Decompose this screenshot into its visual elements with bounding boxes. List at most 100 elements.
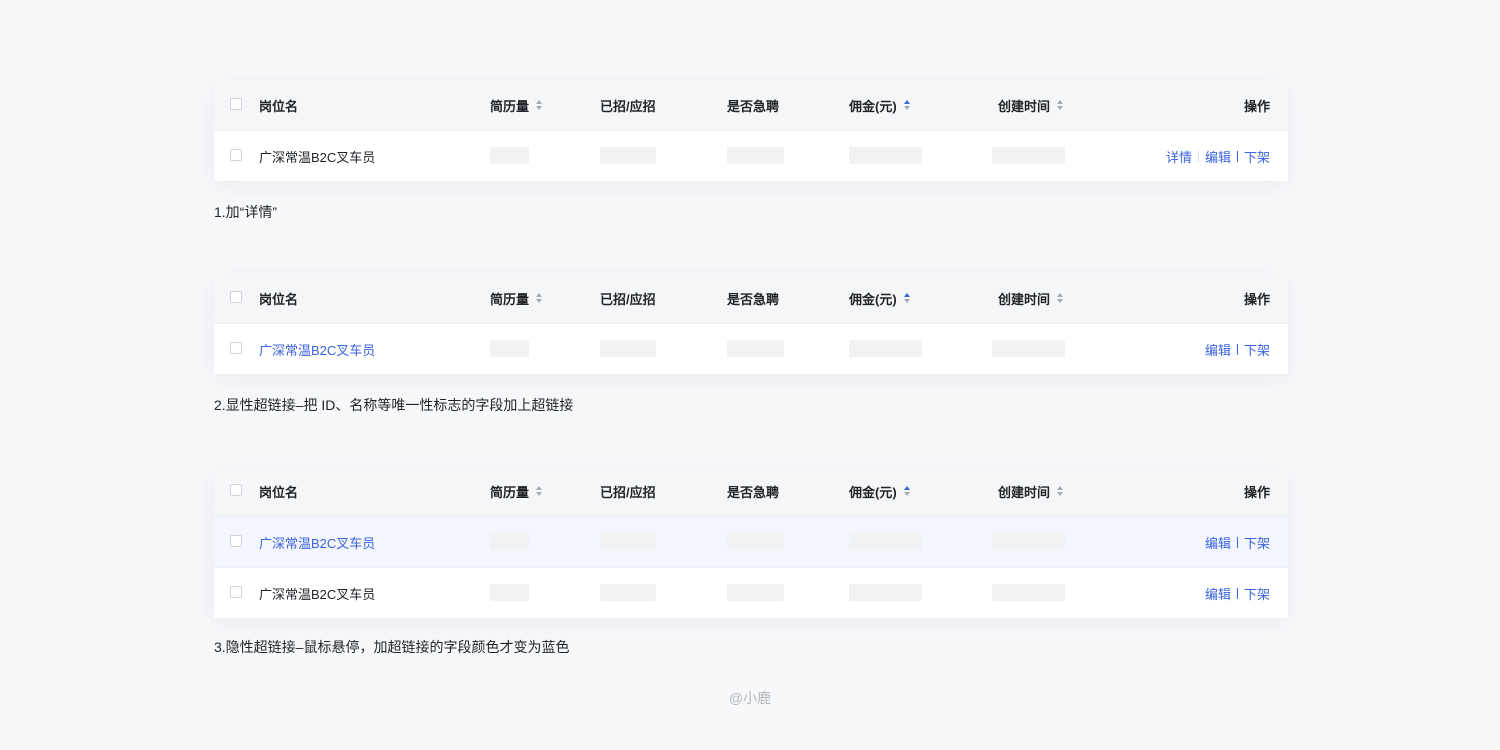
sort-icon[interactable] xyxy=(1057,486,1064,496)
col-hired-header: 已招/应招 xyxy=(600,98,656,114)
placeholder-urgent xyxy=(727,340,784,357)
col-urgent-header: 是否急聘 xyxy=(727,98,780,114)
row-actions: 编辑 下架 xyxy=(1205,568,1270,618)
sort-active-icon[interactable] xyxy=(903,486,910,496)
sort-icon[interactable] xyxy=(1057,293,1064,303)
col-created-header[interactable]: 创建时间 xyxy=(998,80,1064,130)
divider xyxy=(1197,150,1199,162)
col-commission-header[interactable]: 佣金(元) xyxy=(849,273,910,323)
placeholder-urgent xyxy=(727,584,784,601)
col-commission-label: 佣金(元) xyxy=(849,98,897,114)
col-commission-label: 佣金(元) xyxy=(849,291,897,307)
col-hired-header: 已招/应招 xyxy=(600,484,656,500)
edit-link[interactable]: 编辑 xyxy=(1205,147,1231,166)
divider xyxy=(1236,150,1238,162)
sort-icon[interactable] xyxy=(536,293,543,303)
divider xyxy=(1236,536,1238,548)
col-created-header[interactable]: 创建时间 xyxy=(998,466,1064,516)
delist-link[interactable]: 下架 xyxy=(1244,584,1270,603)
col-resume-label: 简历量 xyxy=(490,98,530,114)
placeholder-resume xyxy=(490,147,529,164)
caption-3: 3.隐性超链接–鼠标悬停，加超链接的字段颜色才变为蓝色 xyxy=(214,639,570,655)
col-urgent-header: 是否急聘 xyxy=(727,484,780,500)
table-row: 广深常温B2C叉车员 编辑 下架 xyxy=(214,323,1288,374)
select-all-checkbox[interactable] xyxy=(230,98,242,110)
col-created-label: 创建时间 xyxy=(998,98,1051,114)
job-name-link[interactable]: 广深常温B2C叉车员 xyxy=(259,517,375,567)
col-ops-header: 操作 xyxy=(1243,98,1270,114)
placeholder-created xyxy=(992,533,1065,550)
sort-active-icon[interactable] xyxy=(903,100,910,110)
col-commission-header[interactable]: 佣金(元) xyxy=(849,466,910,516)
table-row-hovered[interactable]: 广深常温B2C叉车员 编辑 下架 xyxy=(214,516,1288,567)
sort-icon[interactable] xyxy=(536,100,543,110)
col-urgent-header: 是否急聘 xyxy=(727,291,780,307)
table-row: 广深常温B2C叉车员 详情 编辑 下架 xyxy=(214,130,1288,181)
col-resume-header[interactable]: 简历量 xyxy=(490,466,543,516)
placeholder-resume xyxy=(490,533,529,550)
placeholder-hired xyxy=(600,147,656,164)
col-ops-header: 操作 xyxy=(1243,291,1270,307)
col-created-label: 创建时间 xyxy=(998,291,1051,307)
col-commission-header[interactable]: 佣金(元) xyxy=(849,80,910,130)
table-example-2: 岗位名 简历量 已招/应招 是否急聘 佣金(元) 创建时间 操作 广深常温B2C… xyxy=(214,273,1288,374)
table-example-1: 岗位名 简历量 已招/应招 是否急聘 佣金(元) 创建时间 操作 广深常温B2C… xyxy=(214,80,1288,181)
placeholder-hired xyxy=(600,340,656,357)
table-header: 岗位名 简历量 已招/应招 是否急聘 佣金(元) 创建时间 操作 xyxy=(214,466,1288,516)
col-commission-label: 佣金(元) xyxy=(849,484,897,500)
job-name[interactable]: 广深常温B2C叉车员 xyxy=(259,568,375,618)
row-checkbox[interactable] xyxy=(230,586,242,598)
divider xyxy=(1236,343,1238,355)
col-resume-label: 简历量 xyxy=(490,291,530,307)
row-actions: 详情 编辑 下架 xyxy=(1166,131,1270,181)
edit-link[interactable]: 编辑 xyxy=(1205,584,1231,603)
placeholder-created xyxy=(992,147,1065,164)
detail-link[interactable]: 详情 xyxy=(1166,147,1192,166)
table-example-3: 岗位名 简历量 已招/应招 是否急聘 佣金(元) 创建时间 操作 广深常温B2C… xyxy=(214,466,1288,618)
placeholder-created xyxy=(992,584,1065,601)
row-checkbox[interactable] xyxy=(230,342,242,354)
edit-link[interactable]: 编辑 xyxy=(1205,340,1231,359)
delist-link[interactable]: 下架 xyxy=(1244,147,1270,166)
placeholder-commission xyxy=(849,584,922,601)
col-resume-header[interactable]: 简历量 xyxy=(490,273,543,323)
select-all-checkbox[interactable] xyxy=(230,484,242,496)
select-all-checkbox[interactable] xyxy=(230,291,242,303)
table-header: 岗位名 简历量 已招/应招 是否急聘 佣金(元) 创建时间 操作 xyxy=(214,273,1288,323)
row-checkbox[interactable] xyxy=(230,535,242,547)
col-resume-label: 简历量 xyxy=(490,484,530,500)
placeholder-urgent xyxy=(727,533,784,550)
placeholder-resume xyxy=(490,340,529,357)
sort-icon[interactable] xyxy=(1057,100,1064,110)
col-hired-header: 已招/应招 xyxy=(600,291,656,307)
job-name-link[interactable]: 广深常温B2C叉车员 xyxy=(259,324,375,374)
delist-link[interactable]: 下架 xyxy=(1244,533,1270,552)
col-created-header[interactable]: 创建时间 xyxy=(998,273,1064,323)
placeholder-urgent xyxy=(727,147,784,164)
delist-link[interactable]: 下架 xyxy=(1244,340,1270,359)
sort-active-icon[interactable] xyxy=(903,293,910,303)
placeholder-hired xyxy=(600,584,656,601)
placeholder-commission xyxy=(849,340,922,357)
table-row: 广深常温B2C叉车员 编辑 下架 xyxy=(214,567,1288,618)
row-checkbox[interactable] xyxy=(230,149,242,161)
row-actions: 编辑 下架 xyxy=(1205,324,1270,374)
col-created-label: 创建时间 xyxy=(998,484,1051,500)
col-name-header: 岗位名 xyxy=(259,98,299,114)
placeholder-commission xyxy=(849,533,922,550)
job-name: 广深常温B2C叉车员 xyxy=(259,149,376,165)
row-actions: 编辑 下架 xyxy=(1205,517,1270,567)
placeholder-resume xyxy=(490,584,529,601)
caption-2: 2.显性超链接–把 ID、名称等唯一性标志的字段加上超链接 xyxy=(214,397,574,413)
placeholder-commission xyxy=(849,147,922,164)
col-name-header: 岗位名 xyxy=(259,484,299,500)
sort-icon[interactable] xyxy=(536,486,543,496)
col-ops-header: 操作 xyxy=(1243,484,1270,500)
caption-1: 1.加“详情” xyxy=(214,204,277,220)
table-header: 岗位名 简历量 已招/应招 是否急聘 佣金(元) 创建时间 操作 xyxy=(214,80,1288,130)
placeholder-hired xyxy=(600,533,656,550)
placeholder-created xyxy=(992,340,1065,357)
edit-link[interactable]: 编辑 xyxy=(1205,533,1231,552)
divider xyxy=(1236,587,1238,599)
col-resume-header[interactable]: 简历量 xyxy=(490,80,543,130)
